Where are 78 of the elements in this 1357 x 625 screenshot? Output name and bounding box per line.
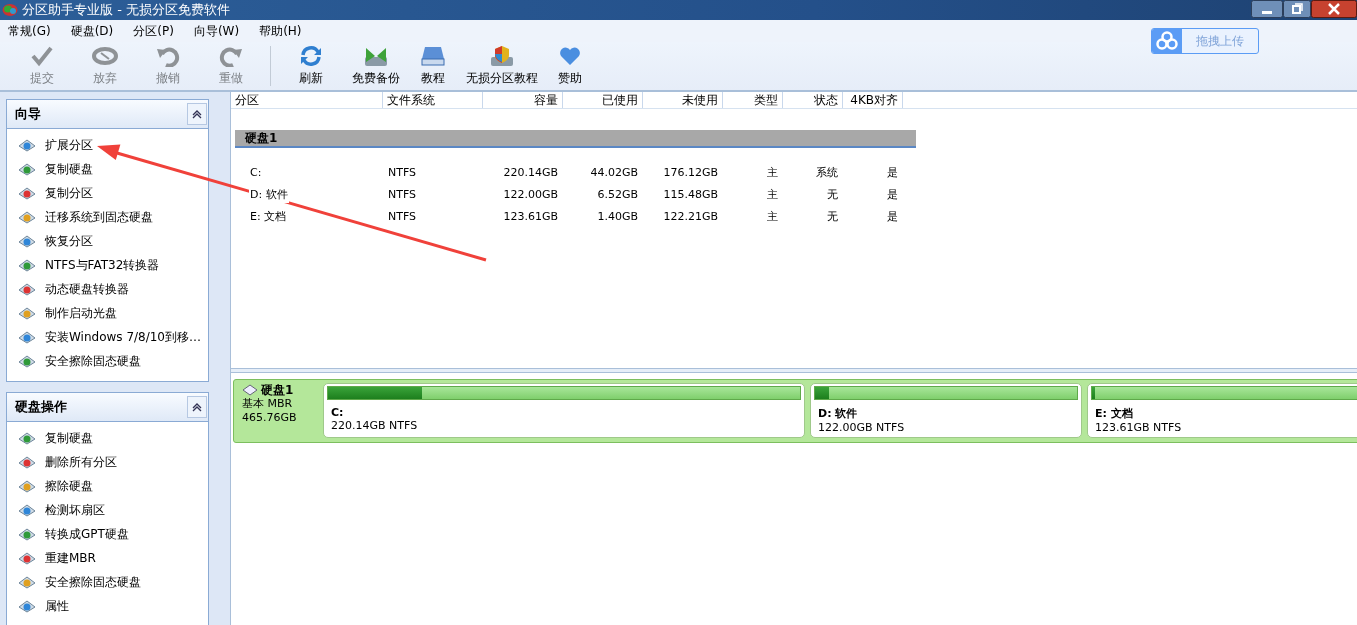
table-cell: E: 文档 [249, 209, 288, 225]
column-header[interactable]: 4KB对齐 [843, 92, 903, 108]
menu-item[interactable]: 硬盘(D) [70, 22, 114, 40]
partition-block[interactable]: D: 软件 122.00GB NTFS [810, 383, 1082, 438]
menu-item[interactable]: 分区(P) [133, 22, 174, 40]
column-header[interactable]: 状态 [783, 92, 843, 108]
app-icon [2, 3, 18, 17]
toolbar-button[interactable]: 赞助 [548, 45, 592, 87]
refresh-icon [298, 45, 323, 67]
menu-item[interactable]: 帮助(H) [259, 22, 302, 40]
partition-name: C: [330, 405, 345, 419]
column-header[interactable]: 类型 [723, 92, 783, 108]
sidebar-item[interactable]: 扩展分区 [7, 133, 208, 157]
sidebar-item[interactable]: 重建MBR [7, 546, 208, 570]
checkmark-icon [29, 45, 54, 67]
sidebar-item[interactable]: 制作启动光盘 [7, 301, 208, 325]
sidebar-item[interactable]: 检测坏扇区 [7, 498, 208, 522]
column-header[interactable]: 已使用 [563, 92, 643, 108]
undo-icon [155, 45, 180, 67]
menu-item[interactable]: 向导(W) [193, 22, 240, 40]
table-cell: 无 [826, 209, 839, 225]
table-cell: 是 [886, 209, 899, 225]
toolbar-button[interactable]: 刷新 [279, 45, 342, 87]
sidebar-item[interactable]: 删除所有分区 [7, 450, 208, 474]
table-cell: 是 [886, 187, 899, 203]
heart-icon [558, 45, 582, 67]
sidebar-item[interactable]: 安全擦除固态硬盘 [7, 570, 208, 594]
table-cell: 无 [826, 187, 839, 203]
sidebar-item[interactable]: 擦除硬盘 [7, 474, 208, 498]
partition-block[interactable]: C: 220.14GB NTFS [323, 383, 805, 438]
sidebar-item[interactable]: 属性 [7, 594, 208, 618]
toolbar-button[interactable]: 免费备份 [342, 45, 410, 87]
column-header[interactable]: 容量 [483, 92, 563, 108]
column-header[interactable]: 分区 [231, 92, 383, 108]
disk-type: 基本 MBR [242, 397, 294, 411]
menu-item[interactable]: 常规(G) [8, 22, 51, 40]
sidebar-item[interactable]: 复制分区 [7, 181, 208, 205]
sidebar-item[interactable]: NTFS与FAT32转换器 [7, 253, 208, 277]
restore-button[interactable] [1283, 0, 1311, 18]
table-cell: 是 [886, 165, 899, 181]
redo-icon [218, 45, 243, 67]
cloud-icon [1152, 29, 1182, 53]
sidebar-item[interactable]: 安装Windows 7/8/10到移… [7, 325, 208, 349]
close-button[interactable] [1311, 0, 1357, 18]
window-title: 分区助手专业版 - 无损分区免费软件 [22, 1, 230, 19]
double-chevron-icon [192, 109, 202, 119]
sidebar-item[interactable]: 复制硬盘 [7, 157, 208, 181]
backup-icon [363, 45, 389, 67]
sidebar-item[interactable]: 恢复分区 [7, 229, 208, 253]
partition-info: 220.14GB NTFS [330, 419, 419, 432]
table-cell: D: 软件 [249, 187, 289, 203]
partition-block[interactable]: E: 文档 123.61GB NTFS [1087, 383, 1357, 438]
sidebar-item[interactable]: 动态硬盘转换器 [7, 277, 208, 301]
disk-group-header: 硬盘1 [235, 130, 916, 148]
sidebar-item[interactable]: 复制硬盘 [7, 426, 208, 450]
column-header[interactable]: 文件系统 [383, 92, 483, 108]
ring-icon [91, 45, 118, 67]
collapse-button[interactable] [187, 103, 207, 125]
partition-name: E: 文档 [1094, 406, 1134, 421]
disk-name: 硬盘1 [261, 383, 294, 397]
panel-title: 硬盘操作 [14, 398, 67, 416]
table-cell: 系统 [815, 165, 839, 181]
column-header[interactable]: 未使用 [643, 92, 723, 108]
book-icon [420, 45, 446, 67]
shield-icon [489, 45, 515, 67]
sidebar-item[interactable]: 转换成GPT硬盘 [7, 522, 208, 546]
disk-size: 465.76GB [242, 411, 298, 425]
sidebar-item[interactable]: 安全擦除固态硬盘 [7, 349, 208, 373]
toolbar-button[interactable]: 教程 [410, 45, 456, 87]
double-chevron-icon [192, 402, 202, 412]
minimize-button[interactable] [1251, 0, 1283, 18]
partition-name: D: 软件 [817, 406, 859, 421]
toolbar-button[interactable]: 无损分区教程 [456, 45, 548, 87]
partition-info: 123.61GB NTFS [1094, 421, 1183, 434]
sidebar-item[interactable]: 迁移系统到固态硬盘 [7, 205, 208, 229]
panel-title: 向导 [14, 105, 41, 123]
partition-info: 122.00GB NTFS [817, 421, 906, 434]
collapse-button[interactable] [187, 396, 207, 418]
